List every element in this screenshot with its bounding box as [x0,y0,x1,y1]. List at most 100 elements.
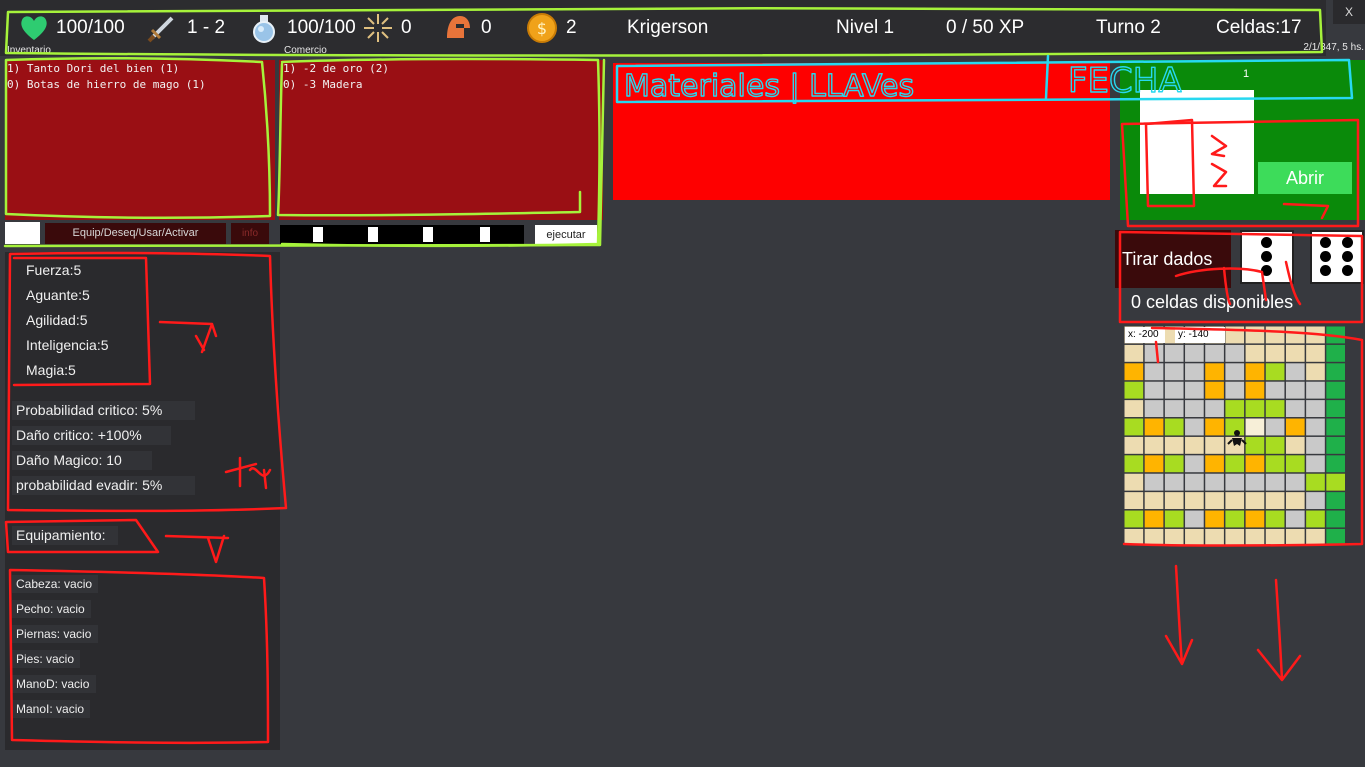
map-tile[interactable] [1144,418,1164,436]
map-tile[interactable] [1164,528,1184,545]
map-tile[interactable] [1306,473,1325,491]
map-tile[interactable] [1205,473,1224,491]
map-tile[interactable] [1185,436,1204,454]
map-tile[interactable] [1225,528,1245,545]
close-button[interactable]: X [1333,0,1365,24]
map-tile[interactable] [1245,436,1265,454]
map-tile[interactable] [1245,455,1265,473]
minimap[interactable] [1124,326,1346,545]
map-tile[interactable] [1144,510,1164,528]
map-tile[interactable] [1306,344,1325,362]
map-tile[interactable] [1205,381,1224,399]
map-tile[interactable] [1306,400,1325,418]
map-tile[interactable] [1205,510,1224,528]
map-tile[interactable] [1306,363,1325,381]
map-tile[interactable] [1245,400,1265,418]
map-tile[interactable] [1164,418,1184,436]
map-tile[interactable] [1164,492,1184,510]
map-tile[interactable] [1144,455,1164,473]
map-tile[interactable] [1124,418,1144,436]
map-tile[interactable] [1285,381,1305,399]
map-tile[interactable] [1245,528,1265,545]
map-tile[interactable] [1205,528,1224,545]
map-tile[interactable] [1265,381,1285,399]
map-tile[interactable] [1285,363,1305,381]
map-tile[interactable] [1245,326,1265,344]
info-button[interactable]: info [231,223,269,244]
map-tile[interactable] [1124,528,1144,545]
map-tile[interactable] [1205,363,1224,381]
map-tile[interactable] [1265,492,1285,510]
map-tile[interactable] [1265,344,1285,362]
map-tile[interactable] [1326,455,1345,473]
map-tile[interactable] [1306,381,1325,399]
map-tile[interactable] [1225,344,1245,362]
map-tile[interactable] [1164,473,1184,491]
map-tile[interactable] [1164,381,1184,399]
map-tile[interactable] [1326,418,1345,436]
crafting-item[interactable]: 1) -2 de oro (2) [283,61,389,77]
map-tile[interactable] [1265,418,1285,436]
map-tile[interactable] [1205,400,1224,418]
quantity-input[interactable] [5,222,40,244]
inventory-item[interactable]: 1) Tanto Dori del bien (1) [7,61,179,77]
map-tile[interactable] [1185,344,1204,362]
map-tile[interactable] [1124,400,1144,418]
map-tile[interactable] [1185,400,1204,418]
map-tile[interactable] [1144,436,1164,454]
map-tile[interactable] [1285,326,1305,344]
map-tile[interactable] [1326,326,1345,344]
map-tile[interactable] [1164,510,1184,528]
inventory-item[interactable]: 0) Botas de hierro de mago (1) [7,77,206,93]
map-tile[interactable] [1285,473,1305,491]
map-tile[interactable] [1265,436,1285,454]
map-tile[interactable] [1245,473,1265,491]
map-tile[interactable] [1265,363,1285,381]
map-tile[interactable] [1205,492,1224,510]
map-tile[interactable] [1306,492,1325,510]
map-tile[interactable] [1124,492,1144,510]
map-tile[interactable] [1326,492,1345,510]
map-tile[interactable] [1285,492,1305,510]
map-tile[interactable] [1245,344,1265,362]
map-tile[interactable] [1144,363,1164,381]
map-tile[interactable] [1245,381,1265,399]
map-tile[interactable] [1164,363,1184,381]
map-tile[interactable] [1306,326,1325,344]
map-tile[interactable] [1185,473,1204,491]
map-tile[interactable] [1225,510,1245,528]
map-tile[interactable] [1144,344,1164,362]
map-tile[interactable] [1326,528,1345,545]
map-tile[interactable] [1225,400,1245,418]
map-tile[interactable] [1306,455,1325,473]
map-tile[interactable] [1306,418,1325,436]
map-tile[interactable] [1205,344,1224,362]
map-tile[interactable] [1265,400,1285,418]
equip-slot-head[interactable]: Cabeza: vacio [12,575,98,593]
map-tile[interactable] [1164,400,1184,418]
crafting-item[interactable]: 0) -3 Madera [283,77,362,93]
equip-slot-chest[interactable]: Pecho: vacio [12,600,91,618]
map-tile[interactable] [1124,381,1144,399]
map-tile[interactable] [1265,455,1285,473]
map-tile[interactable] [1185,510,1204,528]
map-tile[interactable] [1225,326,1245,344]
map-tile[interactable] [1306,528,1325,545]
map-tile[interactable] [1185,363,1204,381]
map-tile[interactable] [1265,510,1285,528]
map-tile[interactable] [1185,455,1204,473]
map-tile[interactable] [1144,381,1164,399]
map-tile[interactable] [1225,455,1245,473]
open-chest-button[interactable]: Abrir [1258,162,1352,194]
map-tile[interactable] [1144,492,1164,510]
equip-slot-feet[interactable]: Pies: vacio [12,650,80,668]
map-tile[interactable] [1225,473,1245,491]
map-tile[interactable] [1144,400,1164,418]
map-tile[interactable] [1265,528,1285,545]
map-tile[interactable] [1285,344,1305,362]
map-tile[interactable] [1225,492,1245,510]
map-tile[interactable] [1306,436,1325,454]
map-tile[interactable] [1285,455,1305,473]
map-tile[interactable] [1185,381,1204,399]
map-tile[interactable] [1326,363,1345,381]
